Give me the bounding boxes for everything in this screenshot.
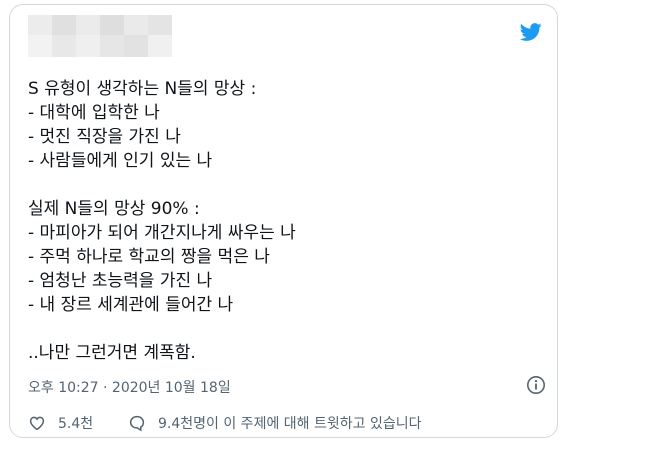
- tweet-line: - 사람들에게 인기 있는 나: [28, 151, 213, 171]
- tweet-timestamp[interactable]: 오후 10:27 · 2020년 10월 18일: [28, 377, 231, 397]
- tweet-line: - 엄청난 초능력을 가진 나: [28, 271, 213, 291]
- tweet-line: - 대학에 입학한 나: [28, 103, 160, 123]
- like-count: 5.4천: [58, 416, 94, 432]
- info-icon[interactable]: [526, 375, 546, 395]
- tweet-line: 실제 N들의 망상 90% :: [28, 199, 200, 219]
- conversation-button[interactable]: 9.4천명이 이 주제에 대해 트윗하고 있습니다: [128, 413, 421, 433]
- tweet-line: - 마피아가 되어 개간지나게 싸우는 나: [28, 223, 296, 243]
- tweet-line: - 멋진 직장을 가진 나: [28, 127, 181, 147]
- twitter-bird-icon[interactable]: [519, 21, 543, 43]
- like-button[interactable]: 5.4천: [28, 413, 93, 433]
- speech-bubble-icon: [129, 415, 145, 432]
- blurred-author-info: [28, 15, 178, 59]
- tweet-line: - 내 장르 세계관에 들어간 나: [28, 295, 234, 315]
- tweet-line: ..나만 그런거면 계폭함.: [28, 343, 196, 363]
- timestamp-row: 오후 10:27 · 2020년 10월 18일: [28, 375, 546, 397]
- tweet-line: - 주먹 하나로 학교의 짱을 먹은 나: [28, 247, 270, 267]
- tweet-card[interactable]: S 유형이 생각하는 N들의 망상 : - 대학에 입학한 나 - 멋진 직장을…: [9, 4, 558, 438]
- tweet-text: S 유형이 생각하는 N들의 망상 : - 대학에 입학한 나 - 멋진 직장을…: [28, 77, 538, 365]
- heart-icon: [29, 416, 45, 431]
- talking-count: 9.4천명이 이 주제에 대해 트윗하고 있습니다: [158, 416, 422, 432]
- tweet-line: S 유형이 생각하는 N들의 망상 :: [28, 79, 257, 99]
